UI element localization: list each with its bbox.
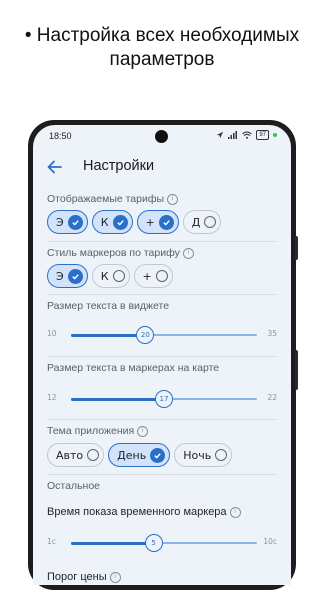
- info-icon[interactable]: i: [109, 571, 121, 583]
- widget-text-slider[interactable]: 10 20 35: [47, 325, 277, 345]
- info-icon[interactable]: i: [229, 506, 241, 518]
- info-icon[interactable]: i: [167, 193, 179, 205]
- power-button: [295, 350, 298, 390]
- marker-chip-e[interactable]: Э: [47, 264, 88, 288]
- theme-chips: Авто День Ночь: [47, 443, 233, 467]
- wifi-icon: [242, 131, 253, 139]
- marker-style-label-text: Стиль маркеров по тарифу: [47, 247, 180, 259]
- divider: [47, 294, 277, 295]
- check-icon: [67, 214, 83, 230]
- slider-fill: [71, 333, 146, 337]
- check-icon: [112, 214, 128, 230]
- tariff-chip-e[interactable]: Э: [47, 210, 88, 234]
- divider: [47, 356, 277, 357]
- back-arrow-icon[interactable]: [45, 157, 65, 177]
- app-bar: Настройки: [33, 151, 291, 185]
- tariff-chip-k[interactable]: К: [91, 210, 133, 234]
- page-title: Настройки: [83, 158, 155, 174]
- slider-min: 10: [47, 329, 57, 338]
- camera-hole: [155, 130, 168, 143]
- marker-chip-k[interactable]: К: [91, 264, 130, 288]
- check-icon: [158, 214, 174, 230]
- radio-empty-icon: [87, 449, 100, 461]
- marker-text-label-text: Размер текста в маркерах на карте: [47, 362, 220, 374]
- chip-label: К: [100, 269, 109, 283]
- divider: [47, 474, 277, 475]
- slider-max: 22: [267, 393, 277, 402]
- info-icon[interactable]: i: [137, 425, 149, 437]
- slider-max: 10с: [263, 537, 277, 546]
- theme-chip-night[interactable]: Ночь: [174, 443, 233, 467]
- chip-label: Ночь: [183, 448, 212, 462]
- volume-button: [295, 236, 298, 260]
- marker-text-label: Размер текста в маркерах на карте: [47, 362, 219, 374]
- radio-empty-icon: [204, 216, 217, 228]
- price-threshold-label: Порог цены i: [47, 571, 121, 583]
- chip-label: День: [117, 448, 147, 462]
- theme-label-text: Тема приложения: [47, 425, 135, 437]
- slider-fill: [71, 397, 164, 401]
- timer-label-text: Время показа временного маркера: [47, 506, 227, 518]
- status-icons: 97: [216, 130, 277, 140]
- status-bar: 18:50 97: [33, 125, 291, 147]
- headline-line-2: параметров: [109, 49, 215, 70]
- slider-track[interactable]: 20: [71, 326, 257, 344]
- chip-label: +: [145, 215, 155, 229]
- signal-icon: [228, 131, 238, 139]
- slider-track[interactable]: 17: [71, 390, 257, 408]
- theme-label: Тема приложения i: [47, 425, 149, 437]
- divider: [47, 419, 277, 420]
- price-threshold-text: Порог цены: [47, 571, 107, 583]
- divider: [47, 241, 277, 242]
- slider-min: 1с: [47, 537, 56, 546]
- headline-line-1: • Настройка всех необходимых: [24, 25, 300, 46]
- phone-screen: 18:50 97 Настройки Отображаемые тарифы i…: [33, 125, 291, 585]
- slider-min: 12: [47, 393, 57, 402]
- navigation-icon: [217, 131, 224, 139]
- slider-thumb[interactable]: 17: [155, 390, 173, 408]
- tariffs-label-text: Отображаемые тарифы: [47, 193, 165, 205]
- battery-icon: 97: [256, 130, 269, 140]
- tariffs-chips: Э К + Д: [47, 210, 222, 234]
- tariff-chip-d[interactable]: Д: [182, 210, 222, 234]
- chip-label: К: [100, 215, 109, 229]
- status-time: 18:50: [49, 131, 72, 141]
- tariff-chip-plus[interactable]: +: [136, 210, 179, 234]
- chip-label: Э: [56, 269, 64, 283]
- widget-text-label: Размер текста в виджете: [47, 300, 169, 312]
- timer-slider[interactable]: 1с 5 10с: [47, 533, 277, 553]
- radio-empty-icon: [112, 270, 125, 282]
- promo-headline: • Настройка всех необходимых параметров: [0, 24, 324, 72]
- theme-chip-day[interactable]: День: [108, 443, 171, 467]
- slider-thumb[interactable]: 20: [136, 326, 155, 344]
- privacy-dot-icon: [273, 133, 277, 137]
- check-icon: [150, 447, 166, 463]
- slider-track[interactable]: 5: [71, 534, 257, 552]
- timer-label: Время показа временного маркера i: [47, 506, 241, 518]
- slider-max: 35: [267, 329, 277, 338]
- radio-empty-icon: [215, 449, 228, 461]
- slider-thumb[interactable]: 5: [144, 534, 163, 552]
- widget-text-label-text: Размер текста в виджете: [47, 300, 170, 312]
- info-icon[interactable]: i: [182, 247, 194, 259]
- other-section-label: Остальное: [47, 480, 100, 492]
- chip-label: Авто: [56, 448, 84, 462]
- theme-chip-auto[interactable]: Авто: [47, 443, 105, 467]
- marker-style-chips: Э К +: [47, 264, 173, 288]
- chip-label: Д: [191, 215, 201, 229]
- chip-label: +: [142, 269, 152, 283]
- tariffs-label: Отображаемые тарифы i: [47, 193, 179, 205]
- check-icon: [67, 268, 83, 284]
- radio-empty-icon: [155, 270, 168, 282]
- slider-fill: [71, 541, 154, 545]
- marker-text-slider[interactable]: 12 17 22: [47, 389, 277, 409]
- marker-chip-plus[interactable]: +: [133, 264, 173, 288]
- other-section-text: Остальное: [47, 480, 101, 492]
- chip-label: Э: [56, 215, 64, 229]
- marker-style-label: Стиль маркеров по тарифу i: [47, 247, 194, 259]
